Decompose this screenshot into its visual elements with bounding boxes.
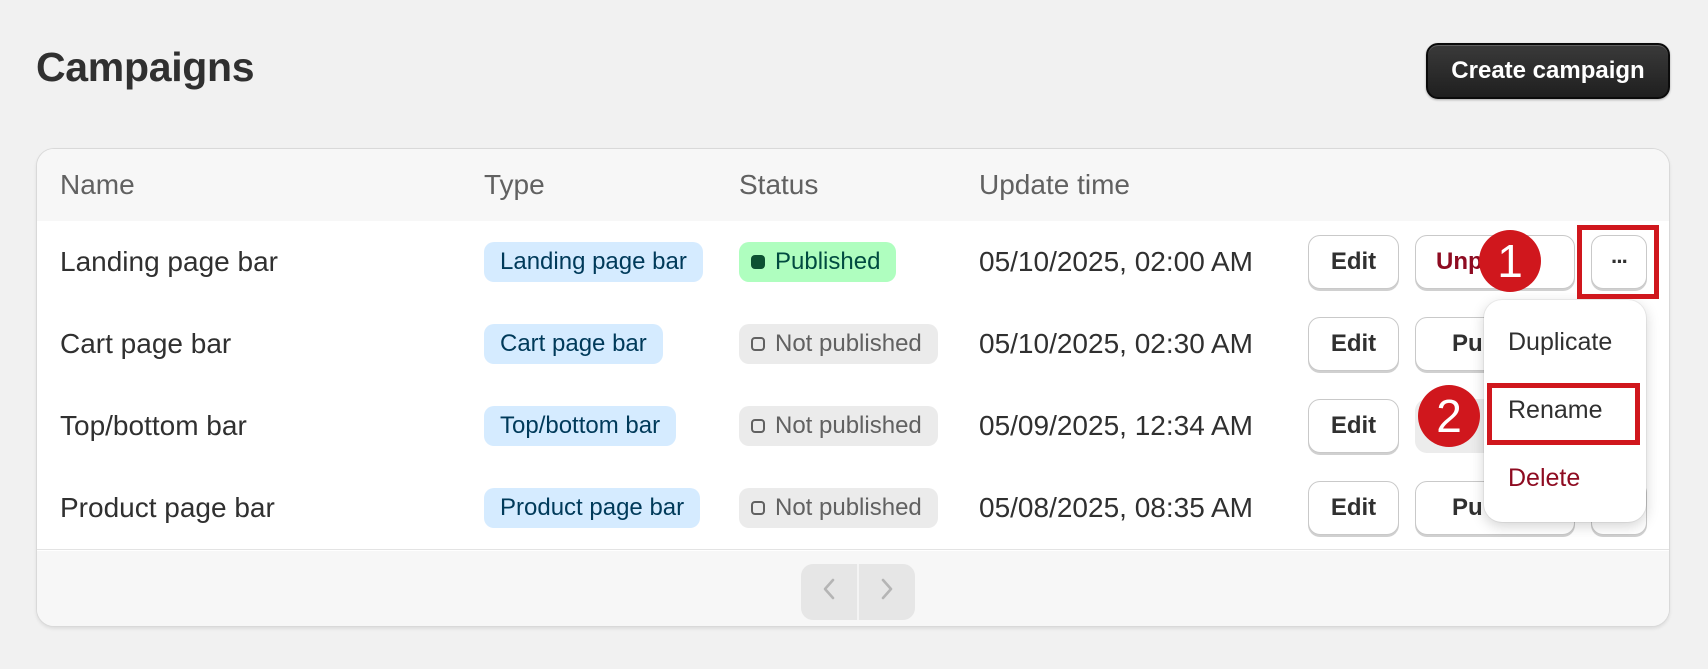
column-header-update-time: Update time xyxy=(979,169,1130,200)
step-1-marker: 1 xyxy=(1479,230,1541,292)
table-row: Landing page bar Landing page bar Publis… xyxy=(37,221,1669,304)
pagination xyxy=(801,564,915,620)
column-header-type: Type xyxy=(484,169,545,200)
edit-button[interactable]: Edit xyxy=(1308,317,1399,371)
unpublished-dot-icon xyxy=(751,419,765,433)
column-header-status: Status xyxy=(739,169,819,200)
step-2-marker: 2 xyxy=(1418,385,1480,447)
status-badge: Not published xyxy=(739,406,938,446)
type-badge: Landing page bar xyxy=(484,242,703,282)
campaign-name: Product page bar xyxy=(60,492,275,523)
status-badge: Not published xyxy=(739,488,938,528)
status-label: Not published xyxy=(775,494,922,521)
previous-page-button[interactable] xyxy=(801,564,857,620)
update-time: 05/09/2025, 12:34 AM xyxy=(979,410,1253,441)
type-badge: Cart page bar xyxy=(484,324,663,364)
update-time: 05/08/2025, 08:35 AM xyxy=(979,492,1253,523)
status-label: Not published xyxy=(775,330,922,357)
highlight-rename xyxy=(1487,383,1640,445)
update-time: 05/10/2025, 02:00 AM xyxy=(979,246,1253,277)
table-header: Name Type Status Update time xyxy=(37,149,1669,222)
table-row: Product page bar Product page bar Not pu… xyxy=(37,467,1669,550)
status-badge: Published xyxy=(739,242,897,282)
menu-item-duplicate[interactable]: Duplicate xyxy=(1508,328,1612,357)
create-campaign-button[interactable]: Create campaign xyxy=(1426,43,1670,99)
type-badge: Top/bottom bar xyxy=(484,406,677,446)
chevron-right-icon xyxy=(880,575,894,609)
next-page-button[interactable] xyxy=(857,564,915,620)
edit-button[interactable]: Edit xyxy=(1308,481,1399,535)
unpublished-dot-icon xyxy=(751,501,765,515)
published-dot-icon xyxy=(751,255,765,269)
edit-button[interactable]: Edit xyxy=(1308,235,1399,289)
update-time: 05/10/2025, 02:30 AM xyxy=(979,328,1253,359)
unpublished-dot-icon xyxy=(751,337,765,351)
status-label: Published xyxy=(775,248,881,275)
page-title: Campaigns xyxy=(36,44,255,90)
edit-button[interactable]: Edit xyxy=(1308,399,1399,453)
highlight-more-actions xyxy=(1577,225,1659,299)
campaign-name: Landing page bar xyxy=(60,246,278,277)
campaigns-table: Name Type Status Update time Landing pag… xyxy=(36,148,1670,627)
menu-item-delete[interactable]: Delete xyxy=(1508,464,1580,493)
column-header-name: Name xyxy=(60,169,135,200)
table-row: Cart page bar Cart page bar Not publishe… xyxy=(37,303,1669,386)
table-footer xyxy=(37,551,1669,626)
status-badge: Not published xyxy=(739,324,938,364)
status-label: Not published xyxy=(775,412,922,439)
type-badge: Product page bar xyxy=(484,488,701,528)
campaign-name: Cart page bar xyxy=(60,328,232,359)
campaign-name: Top/bottom bar xyxy=(60,410,247,441)
chevron-left-icon xyxy=(822,575,836,609)
